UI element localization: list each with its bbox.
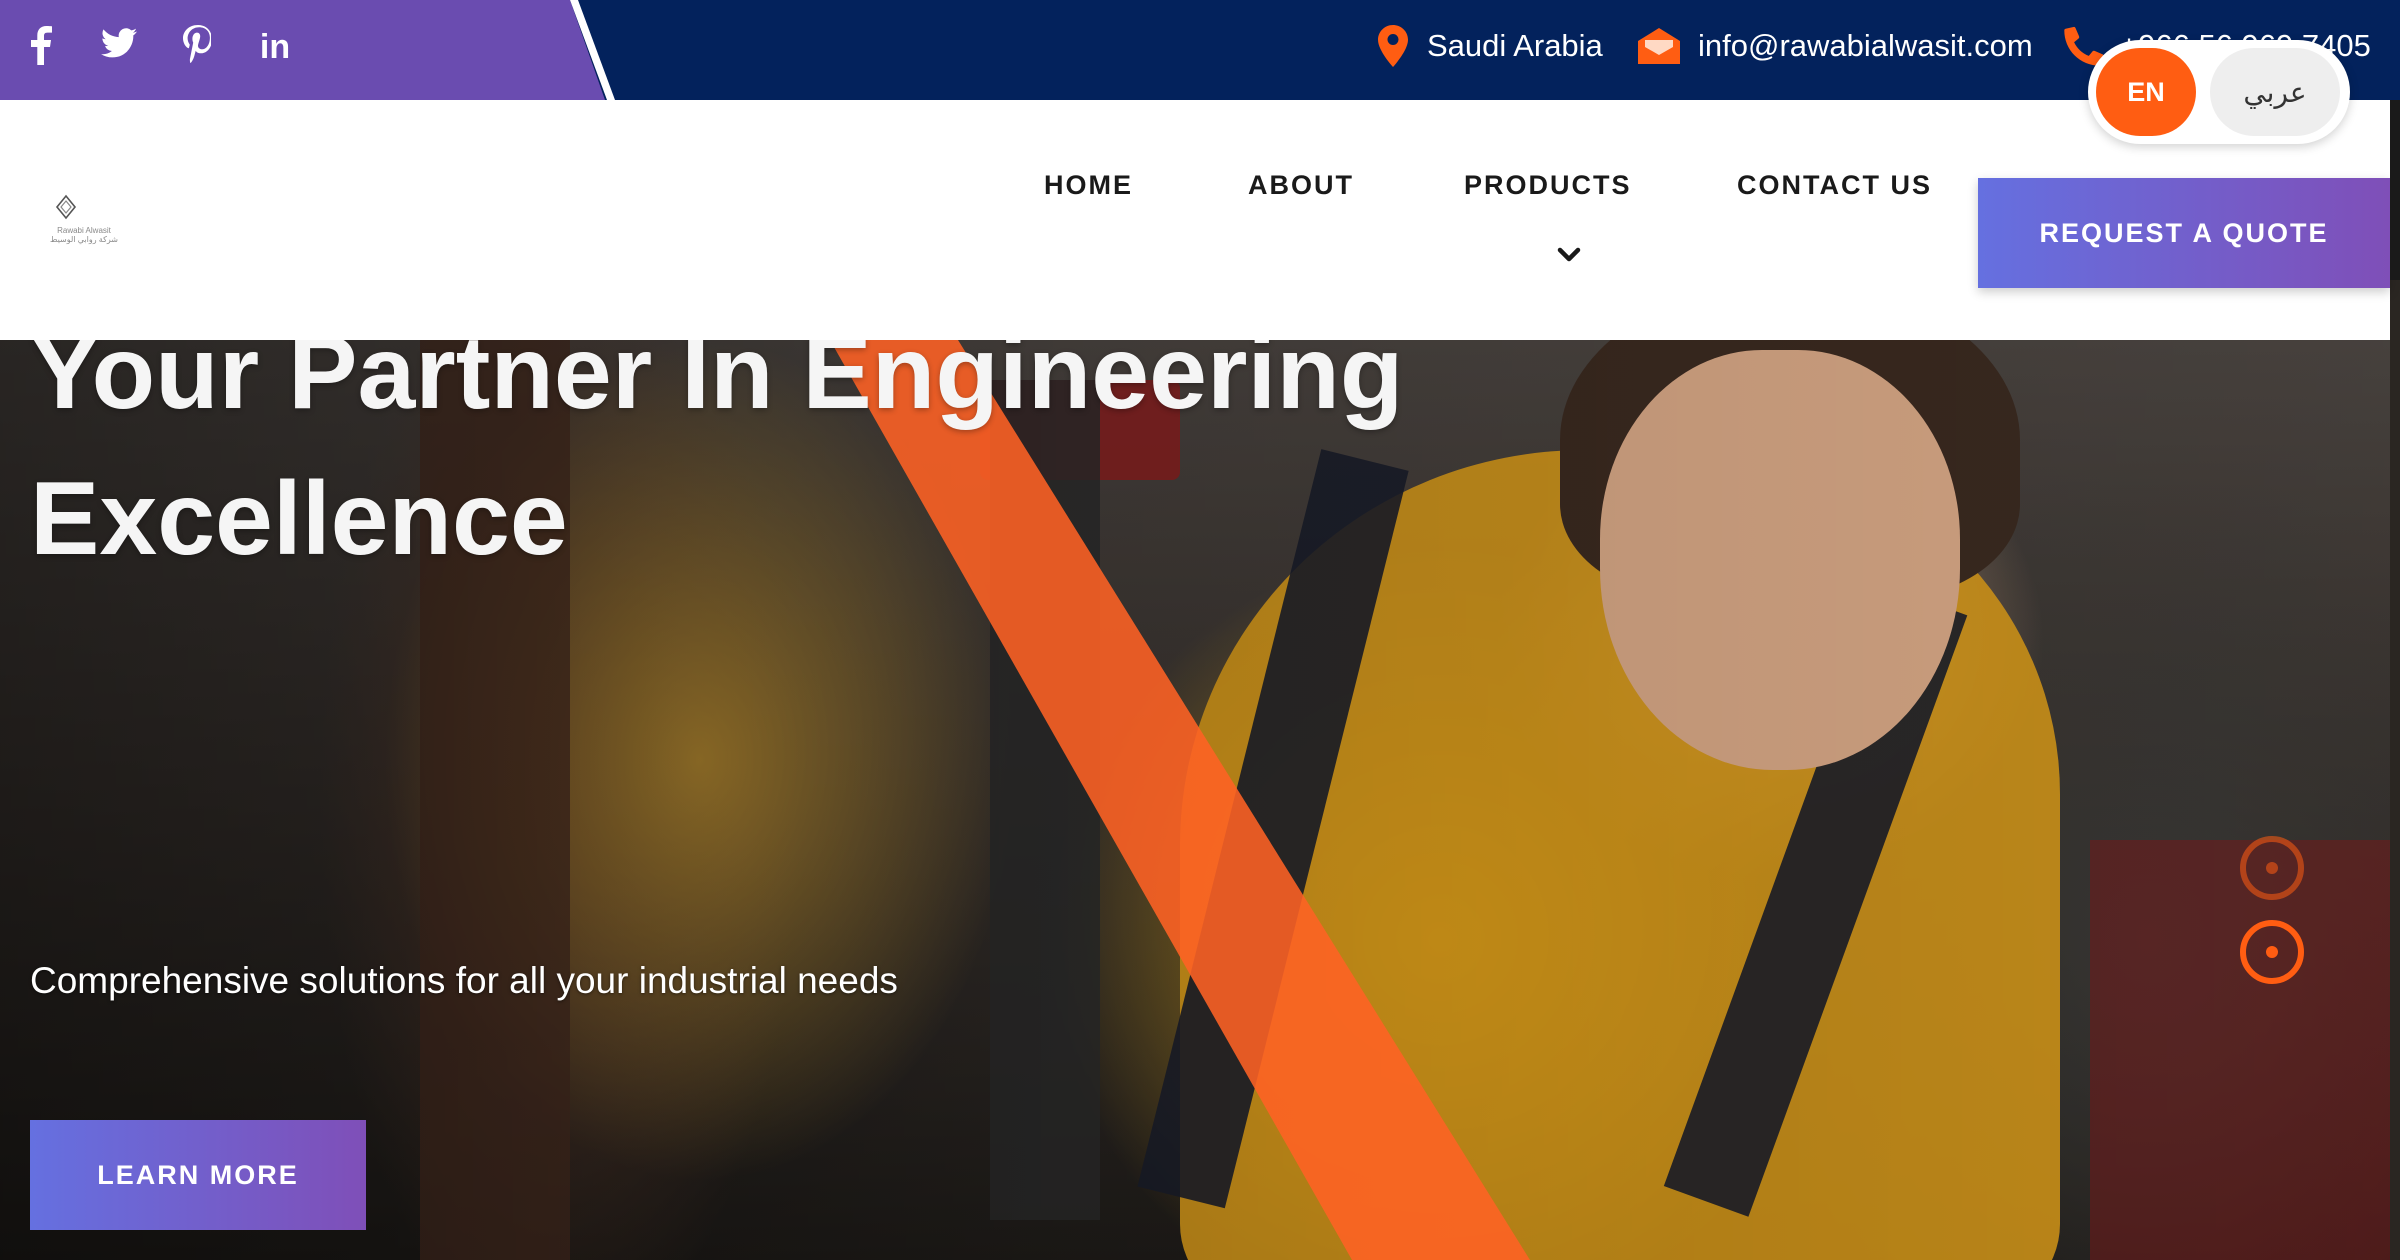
learn-more-button[interactable]: LEARN MORE (30, 1120, 366, 1230)
twitter-icon[interactable] (100, 25, 138, 69)
nav-products[interactable]: PRODUCTS (1464, 170, 1632, 201)
logo-arabic: شركة روابي الوسيط (49, 235, 118, 244)
logo-text: Rawabi Alwasit شركة روابي الوسيط (44, 226, 124, 244)
hero-title-line-1: Your Partner In Engineering (30, 340, 1404, 431)
pinterest-icon[interactable] (178, 25, 216, 69)
envelope-icon (1636, 22, 1682, 70)
facebook-icon[interactable] (22, 25, 60, 69)
nav-contact-us[interactable]: CONTACT US (1737, 170, 1932, 201)
request-quote-button[interactable]: REQUEST A QUOTE (1978, 178, 2390, 288)
logo-mark-icon (55, 194, 77, 220)
hero-banner: Your Partner In Engineering Excellence C… (0, 340, 2390, 1260)
social-links: in (22, 25, 294, 69)
logo-name: Rawabi Alwasit (57, 226, 111, 235)
hero-subtitle: Comprehensive solutions for all your ind… (30, 960, 898, 1001)
hero-title: Your Partner In Engineering Excellence (30, 340, 1630, 592)
language-en-button[interactable]: EN (2096, 48, 2196, 136)
chevron-down-icon[interactable] (1554, 240, 1584, 270)
top-bar: in Saudi Arabia info@rawabialwasit.com +… (0, 0, 2400, 100)
map-pin-icon (1375, 22, 1411, 70)
location-info: Saudi Arabia (1375, 22, 1603, 70)
nav-home[interactable]: HOME (1044, 170, 1133, 201)
nav-about[interactable]: ABOUT (1248, 170, 1354, 201)
location-text: Saudi Arabia (1427, 28, 1603, 63)
company-logo[interactable]: Rawabi Alwasit شركة روابي الوسيط (44, 190, 124, 250)
slider-dot-2[interactable] (2240, 920, 2304, 984)
language-switcher: EN عربي (2088, 40, 2350, 144)
hero-title-line-2: Excellence (30, 461, 568, 577)
email-text[interactable]: info@rawabialwasit.com (1698, 28, 2033, 64)
scrollbar[interactable] (2390, 100, 2400, 280)
language-ar-button[interactable]: عربي (2210, 48, 2340, 136)
linkedin-icon[interactable]: in (256, 25, 294, 69)
slider-dot-1[interactable] (2240, 836, 2304, 900)
email-info[interactable]: info@rawabialwasit.com (1636, 22, 2033, 70)
